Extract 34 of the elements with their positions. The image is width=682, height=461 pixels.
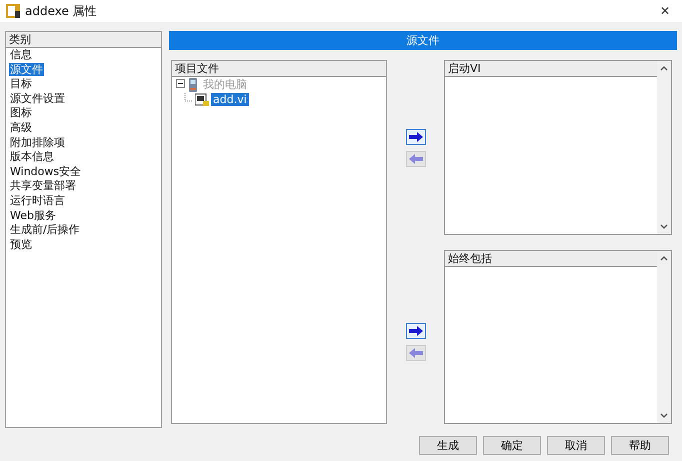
category-item[interactable]: 信息 xyxy=(9,48,33,61)
column-header: 启动VI xyxy=(445,61,657,77)
category-item[interactable]: 源文件设置 xyxy=(9,92,66,105)
dialog-button[interactable]: 生成 xyxy=(419,436,477,455)
category-item[interactable]: 源文件 xyxy=(9,62,44,76)
move-right-button[interactable] xyxy=(406,323,426,339)
category-item[interactable]: 高级 xyxy=(9,120,33,134)
category-item[interactable]: 版本信息 xyxy=(9,150,55,164)
collapse-toggle[interactable] xyxy=(176,78,185,91)
computer-icon xyxy=(187,78,199,92)
category-item[interactable]: 图标 xyxy=(9,106,33,120)
column-header: 项目文件 xyxy=(172,61,386,77)
app-icon xyxy=(6,4,20,18)
category-item[interactable]: 生成前/后操作 xyxy=(9,223,81,236)
dialog-button[interactable]: 帮助 xyxy=(611,436,669,455)
tree-item[interactable]: add.vi xyxy=(211,93,249,106)
move-right-button[interactable] xyxy=(406,128,426,144)
scroll-bar[interactable] xyxy=(657,61,671,234)
dialog-button[interactable]: 取消 xyxy=(547,436,605,455)
vi-file-icon xyxy=(195,92,209,106)
category-item[interactable]: 共享变量部署 xyxy=(9,179,77,192)
close-button[interactable]: ✕ xyxy=(654,4,676,18)
dialog-button[interactable]: 确定 xyxy=(483,436,541,455)
category-item[interactable]: 预览 xyxy=(9,238,33,251)
page-title-bar: 源文件 xyxy=(169,31,677,50)
category-item[interactable]: 附加排除项 xyxy=(9,136,66,149)
column-header: 类别 xyxy=(6,32,161,48)
category-item[interactable]: 目标 xyxy=(9,77,33,90)
category-item[interactable]: Web服务 xyxy=(9,208,57,222)
category-item[interactable]: 运行时语言 xyxy=(9,194,66,207)
category-item[interactable]: Windows安全 xyxy=(9,164,82,178)
window-title: addexe 属性 xyxy=(25,2,98,20)
column-header: 始终包括 xyxy=(445,251,657,267)
scroll-bar[interactable] xyxy=(657,251,671,423)
